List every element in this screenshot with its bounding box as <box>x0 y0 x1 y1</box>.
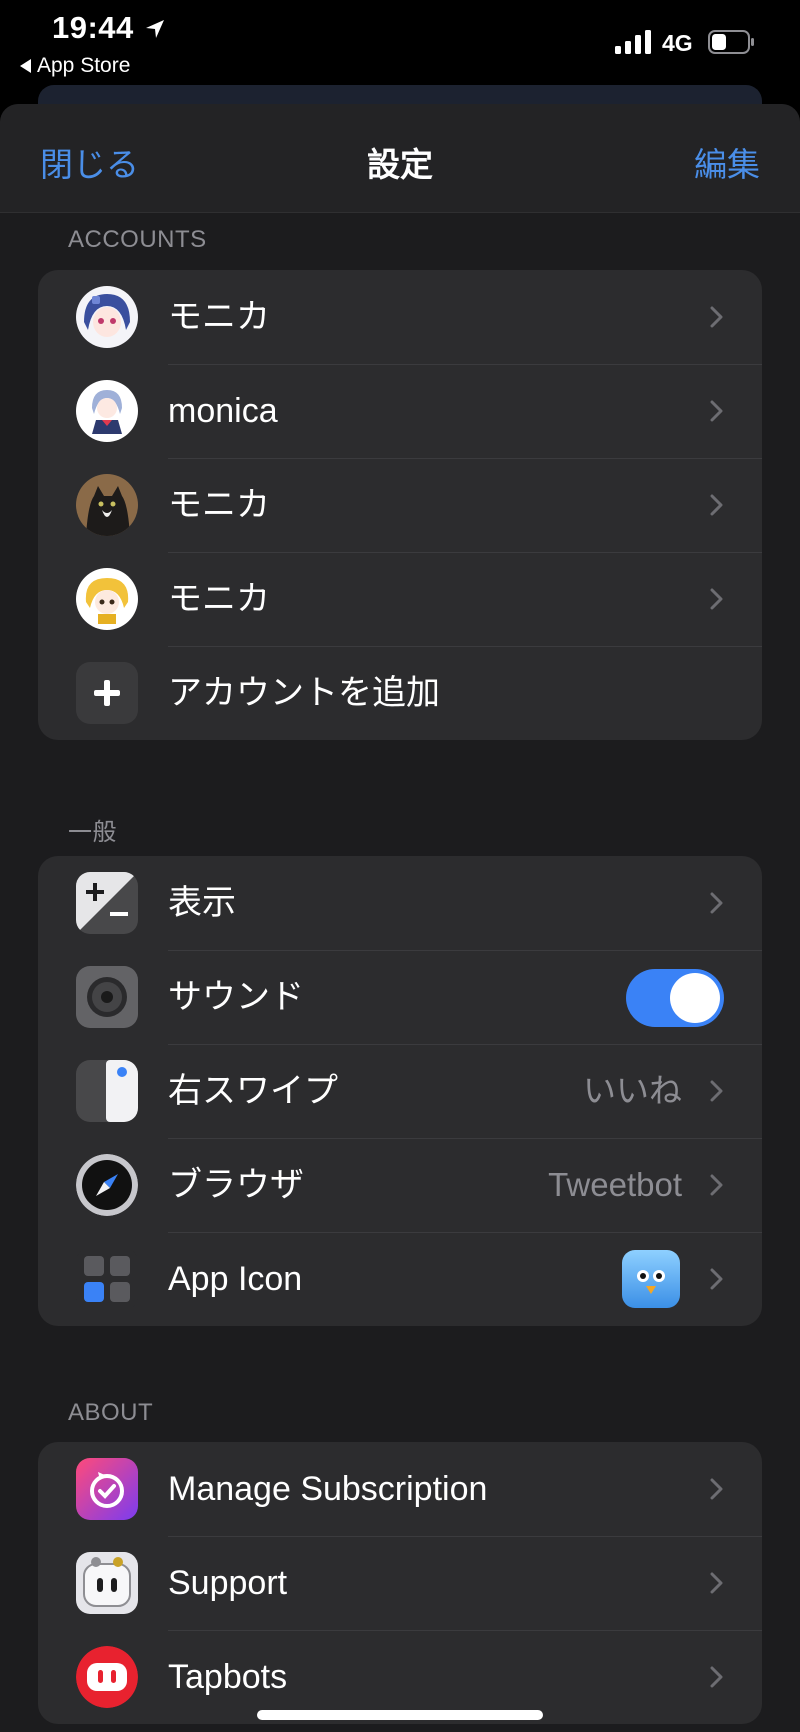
account-name: モニカ <box>168 486 270 524</box>
swipe-right-value: いいね <box>583 1072 682 1109</box>
tapbots-logo-icon <box>76 1646 138 1708</box>
general-group: 表示 サウンド 右スワイプ いいね ブラウザ Tweetbot App Icon <box>38 856 762 1326</box>
cellular-signal-icon <box>615 30 651 54</box>
battery-icon <box>708 30 754 54</box>
browser-label: ブラウザ <box>168 1166 304 1204</box>
toggle-knob <box>670 973 720 1023</box>
anime-blue-hair-avatar <box>76 286 138 348</box>
account-name: モニカ <box>168 298 270 336</box>
sound-row: サウンド <box>38 950 762 1044</box>
compass-icon <box>76 1154 138 1216</box>
account-row[interactable]: モニカ <box>38 458 762 552</box>
back-to-app-store[interactable]: App Store <box>20 54 130 78</box>
chevron-right-icon <box>710 1666 723 1688</box>
support-label: Support <box>168 1564 288 1602</box>
back-triangle-icon <box>20 59 31 73</box>
plus-icon <box>76 662 138 724</box>
subscription-icon <box>76 1458 138 1520</box>
swipe-right-label: 右スワイプ <box>168 1072 338 1110</box>
chevron-right-icon <box>710 588 723 610</box>
account-name: monica <box>168 392 278 430</box>
accounts-section-header: ACCOUNTS <box>68 226 207 253</box>
swipe-right-icon <box>76 1060 138 1122</box>
support-row[interactable]: Support <box>38 1536 762 1630</box>
chevron-right-icon <box>710 1080 723 1102</box>
account-name: モニカ <box>168 580 270 618</box>
general-section-header: 一般 <box>68 819 117 846</box>
chevron-right-icon <box>710 306 723 328</box>
accounts-group: モニカ monica モニカ モニカ アカウントを追加 <box>38 270 762 740</box>
manage-subscription-row[interactable]: Manage Subscription <box>38 1442 762 1536</box>
chevron-right-icon <box>710 1174 723 1196</box>
display-contrast-icon <box>76 872 138 934</box>
account-row[interactable]: モニカ <box>38 270 762 364</box>
browser-row[interactable]: ブラウザ Tweetbot <box>38 1138 762 1232</box>
display-row[interactable]: 表示 <box>38 856 762 950</box>
app-grid-icon <box>76 1248 138 1310</box>
sound-toggle[interactable] <box>626 969 724 1027</box>
sound-label: サウンド <box>168 978 304 1016</box>
chevron-right-icon <box>710 400 723 422</box>
browser-value: Tweetbot <box>548 1166 682 1203</box>
app-icon-label: App Icon <box>168 1260 303 1298</box>
about-group: Manage Subscription Support Tapbots <box>38 1442 762 1724</box>
home-indicator[interactable] <box>257 1710 543 1720</box>
location-arrow-icon <box>146 20 164 38</box>
add-account-row[interactable]: アカウントを追加 <box>38 646 762 740</box>
chevron-right-icon <box>710 494 723 516</box>
account-row[interactable]: monica <box>38 364 762 458</box>
chevron-right-icon <box>710 892 723 914</box>
account-row[interactable]: モニカ <box>38 552 762 646</box>
back-label: App Store <box>37 54 131 77</box>
speaker-icon <box>76 966 138 1028</box>
cat-photo-avatar <box>76 474 138 536</box>
app-icon-row[interactable]: App Icon <box>38 1232 762 1326</box>
chevron-right-icon <box>710 1572 723 1594</box>
about-section-header: ABOUT <box>68 1399 154 1426</box>
tweetbot-bird-icon <box>622 1250 680 1308</box>
anime-blonde-avatar <box>76 568 138 630</box>
swipe-right-row[interactable]: 右スワイプ いいね <box>38 1044 762 1138</box>
add-account-label: アカウントを追加 <box>168 674 440 712</box>
network-type: 4G <box>662 30 693 56</box>
manage-subscription-label: Manage Subscription <box>168 1470 488 1508</box>
display-label: 表示 <box>168 884 236 922</box>
page-title: 設定 <box>367 146 433 183</box>
chevron-right-icon <box>710 1268 723 1290</box>
settings-sheet: 閉じる 設定 編集 ACCOUNTS モニカ monica モニカ モニカ アカ… <box>0 104 800 1732</box>
nav-bar: 閉じる 設定 編集 <box>0 104 800 213</box>
chevron-right-icon <box>710 1478 723 1500</box>
edit-button[interactable]: 編集 <box>694 138 760 186</box>
anime-sailor-avatar <box>76 380 138 442</box>
status-time: 19:44 <box>52 10 134 45</box>
robot-icon <box>76 1552 138 1614</box>
